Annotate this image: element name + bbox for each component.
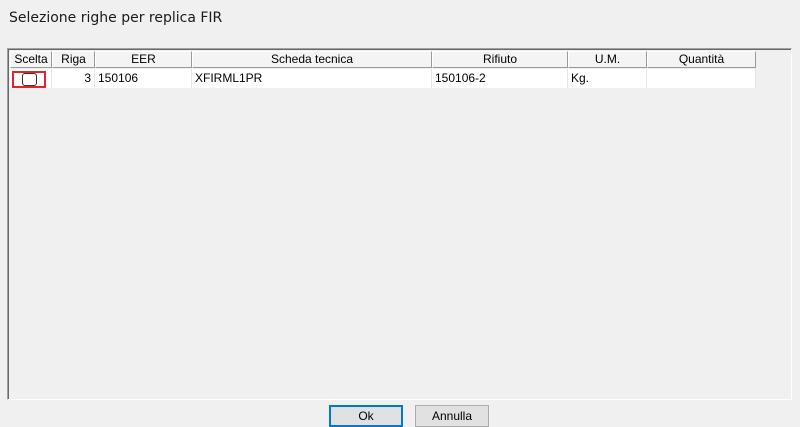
cell-scheda-tecnica: XFIRML1PR — [192, 69, 432, 88]
cell-riga: 3 — [52, 69, 95, 88]
dialog-title: Selezione righe per replica FIR — [9, 10, 223, 26]
table-row[interactable]: 3 150106 XFIRML1PR 150106-2 Kg. — [10, 69, 756, 88]
cell-eer: 150106 — [95, 69, 192, 88]
checkbox-highlight — [12, 71, 46, 88]
col-eer-header[interactable]: EER — [95, 51, 192, 68]
ok-button[interactable]: Ok — [329, 405, 403, 427]
cell-um: Kg. — [568, 69, 647, 88]
col-riga-header[interactable]: Riga — [52, 51, 95, 68]
col-um-header[interactable]: U.M. — [568, 51, 647, 68]
cell-rifiuto: 150106-2 — [432, 69, 568, 88]
col-quantita-header[interactable]: Quantità — [647, 51, 756, 68]
selection-grid[interactable]: Scelta Riga EER Scheda tecnica Rifiuto U… — [7, 48, 792, 400]
grid-header: Scelta Riga EER Scheda tecnica Rifiuto U… — [10, 51, 756, 68]
cell-quantita[interactable] — [647, 69, 756, 88]
col-rifiuto-header[interactable]: Rifiuto — [432, 51, 568, 68]
cancel-button[interactable]: Annulla — [415, 405, 489, 427]
col-scelta-header[interactable]: Scelta — [10, 51, 52, 68]
scelta-checkbox[interactable] — [21, 73, 37, 86]
col-scheda-tecnica-header[interactable]: Scheda tecnica — [192, 51, 432, 68]
